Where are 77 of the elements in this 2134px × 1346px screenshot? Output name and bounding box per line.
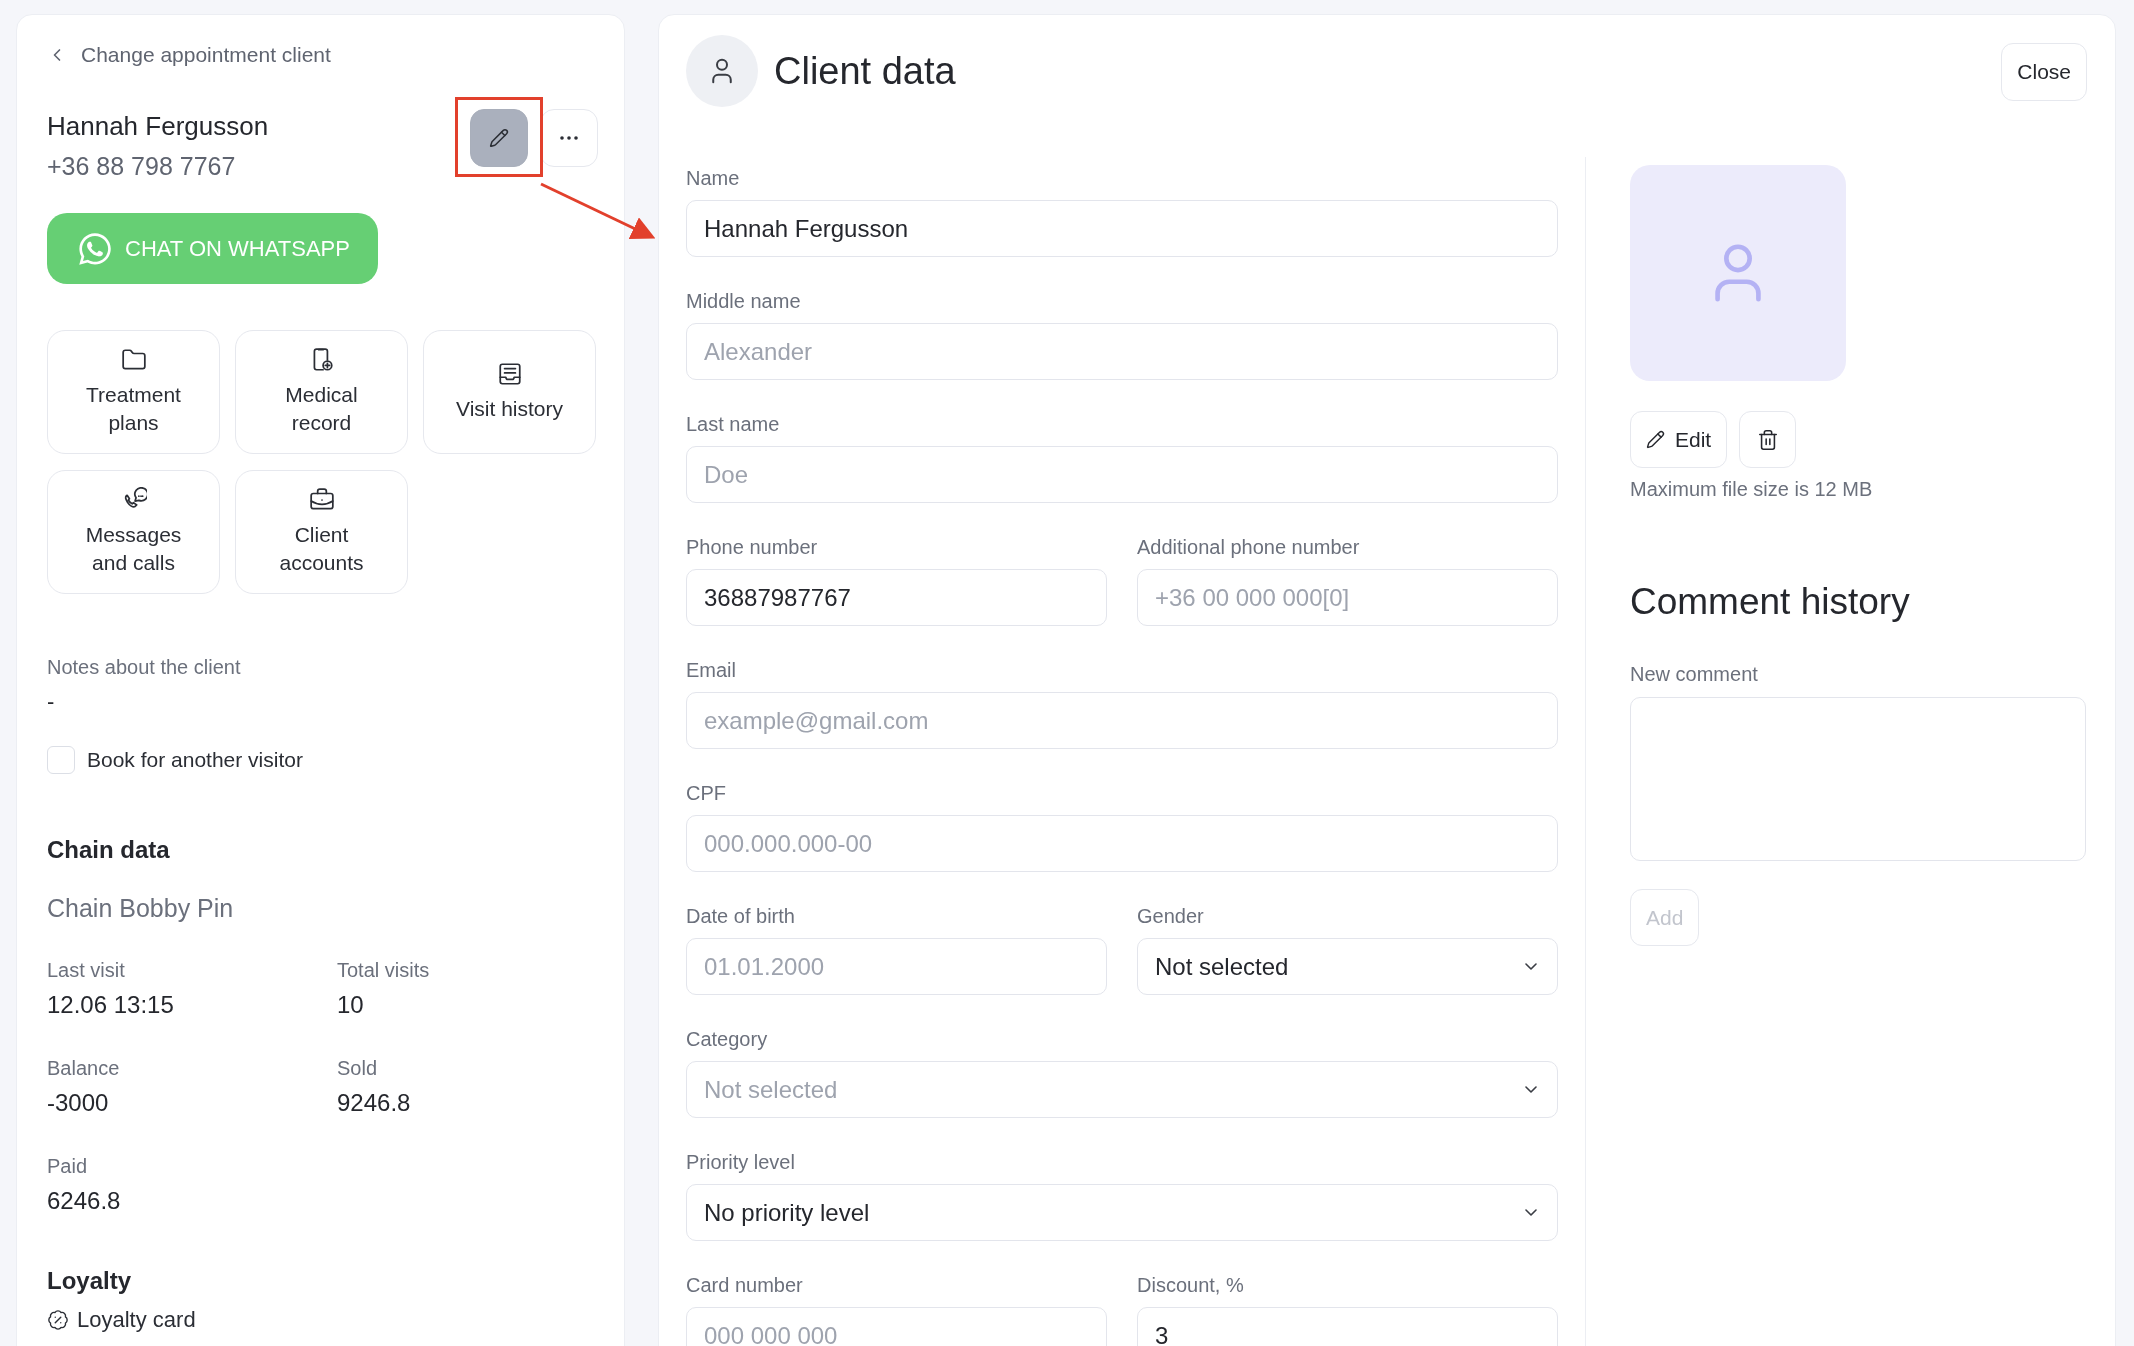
chevron-down-icon (1525, 1209, 1537, 1216)
input-field[interactable]: Alexander (686, 323, 1558, 380)
stat-label: Sold (337, 1056, 379, 1081)
section-title: Chain data (47, 836, 171, 864)
field-label: Phone number (686, 535, 819, 560)
field-label: Category (686, 1027, 769, 1052)
input-field[interactable]: +36 00 000 000[0] (1137, 569, 1558, 626)
field-label: Last name (686, 412, 781, 437)
field-label: Priority level (686, 1150, 796, 1175)
notes-label: Notes about the client (47, 655, 242, 680)
tile-label: Messages and calls (84, 522, 183, 576)
stat-value: 12.06 13:15 (47, 990, 175, 1020)
notes-value: - (47, 688, 56, 716)
whatsapp-icon (77, 230, 113, 267)
field-label: New comment (1630, 662, 1759, 687)
tile-label: Visit history (456, 396, 563, 422)
edit-button[interactable] (470, 109, 528, 167)
chevron-down-icon (1525, 963, 1537, 970)
tile-label: Treatment plans (85, 382, 182, 436)
shortcut-tile[interactable]: Client accounts (235, 470, 408, 594)
stat-value: 6246.8 (47, 1186, 122, 1216)
input-field[interactable]: 01.01.2000 (686, 938, 1107, 995)
chevron-down-icon (1525, 1086, 1537, 1093)
close-button[interactable]: Close (2001, 43, 2087, 101)
more-button[interactable] (540, 109, 598, 167)
checkbox[interactable] (47, 746, 75, 774)
tile-label: Client accounts (278, 522, 365, 576)
select-field[interactable]: Not selected (1137, 938, 1558, 995)
shortcut-tile[interactable]: Medical record (235, 330, 408, 454)
input-field[interactable]: Hannah Fergusson (686, 200, 1558, 257)
pencil-icon (1646, 430, 1665, 449)
more-icon (560, 136, 578, 140)
discount-badge-icon (47, 1309, 69, 1331)
trash-icon (1756, 428, 1779, 451)
briefcase-icon (308, 487, 335, 513)
stat-value: -3000 (47, 1088, 110, 1118)
file-size-hint: Maximum file size is 12 MB (1630, 478, 1874, 501)
input-field[interactable]: 36887987767 (686, 569, 1107, 626)
stat-label: Balance (47, 1056, 121, 1081)
field-label: Card number (686, 1273, 804, 1298)
input-field[interactable]: 000.000.000-00 (686, 815, 1558, 872)
field-label: Discount, % (1137, 1273, 1245, 1298)
stat-value: 9246.8 (337, 1088, 412, 1118)
tray-list-icon (496, 361, 523, 387)
delete-button[interactable] (1739, 411, 1797, 468)
field-label: Middle name (686, 289, 802, 314)
dialog-title: Client data (774, 49, 956, 93)
stat-label: Total visits (337, 958, 431, 983)
shortcut-tile[interactable]: Visit history (423, 330, 596, 454)
checkbox-label: Book for another visitor (87, 748, 303, 772)
input-field[interactable]: 3 (1137, 1307, 1558, 1346)
stat-label: Last visit (47, 958, 126, 983)
input-field[interactable]: Doe (686, 446, 1558, 503)
chain-name: Chain Bobby Pin (47, 894, 235, 923)
loyalty-card-label: Loyalty card (77, 1307, 196, 1333)
select-field[interactable]: No priority level (686, 1184, 1558, 1241)
field-label: Gender (1137, 904, 1205, 929)
client-name: Hannah Fergusson (47, 110, 269, 143)
pencil-icon (489, 128, 509, 148)
shortcut-tile[interactable]: Treatment plans (47, 330, 220, 454)
field-label: Email (686, 658, 737, 683)
section-title: Loyalty (47, 1267, 133, 1295)
stat-value: 10 (337, 990, 365, 1020)
tile-label: Medical record (284, 382, 359, 436)
shortcut-tile[interactable]: Messages and calls (47, 470, 220, 594)
stat-label: Paid (47, 1154, 89, 1179)
field-label: Date of birth (686, 904, 796, 929)
folder-icon (120, 347, 147, 373)
input-field[interactable]: example@gmail.com (686, 692, 1558, 749)
field-label: Additional phone number (1137, 535, 1361, 560)
client-phone: +36 88 798 7767 (47, 151, 237, 182)
field-label: CPF (686, 781, 727, 806)
section-title: Comment history (1630, 581, 1911, 623)
field-label: Name (686, 166, 741, 191)
comment-field[interactable] (1630, 697, 2086, 861)
input-field[interactable]: 000 000 000 (686, 1307, 1107, 1346)
edit-photo-button[interactable]: Edit (1630, 411, 1728, 468)
